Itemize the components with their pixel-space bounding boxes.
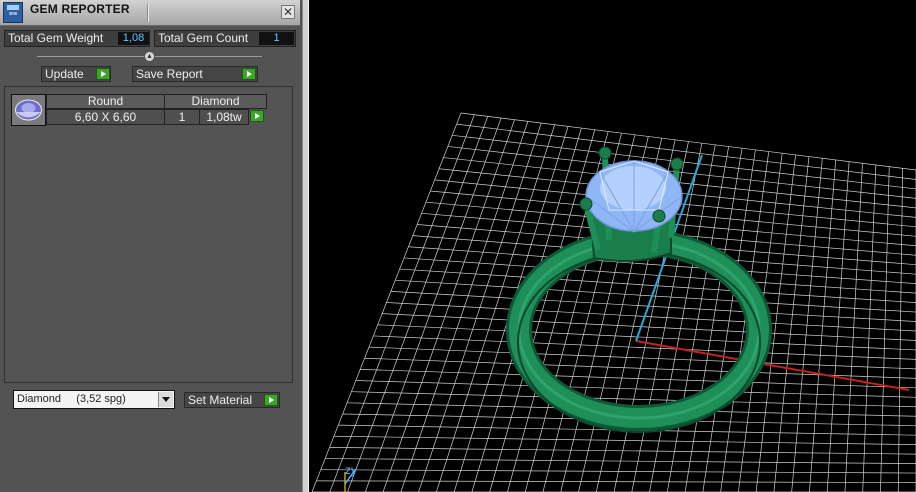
total-gem-count-value: 1 xyxy=(259,32,294,45)
gem-row-play-icon[interactable] xyxy=(250,110,264,122)
title-separator xyxy=(147,4,149,22)
set-material-button[interactable]: Set Material xyxy=(184,392,280,408)
material-selected-value: Diamond (3,52 spg) xyxy=(17,393,126,405)
title-bar: ≡≡ GEM REPORTER ✕ xyxy=(0,0,300,26)
total-gem-count-label: Total Gem Count xyxy=(158,31,249,45)
gem-reporter-app-icon: ≡≡ xyxy=(3,2,23,23)
axis-gizmo-label: zy xyxy=(345,463,357,477)
gem-list: Round Diamond 6,60 X 6,60 1 1,08tw xyxy=(4,86,293,383)
save-report-button[interactable]: Save Report xyxy=(132,66,258,82)
prong-tip xyxy=(579,197,593,211)
play-icon xyxy=(242,68,256,80)
collapse-arrow-icon[interactable]: ▲ xyxy=(144,51,155,62)
gem-weight-cell[interactable]: 1,08tw xyxy=(199,109,249,125)
gem-size-cell[interactable]: 6,60 X 6,60 xyxy=(46,109,165,125)
gem-reporter-panel: ≡≡ GEM REPORTER ✕ Total Gem Weight 1,08 … xyxy=(0,0,304,492)
material-header: Diamond xyxy=(164,94,267,109)
update-label: Update xyxy=(45,67,84,81)
total-gem-weight-field: Total Gem Weight 1,08 xyxy=(4,30,150,47)
prong-tip xyxy=(652,209,666,223)
chevron-down-icon[interactable] xyxy=(158,392,173,407)
play-icon xyxy=(96,68,110,80)
update-button[interactable]: Update xyxy=(41,66,111,82)
window-title: GEM REPORTER xyxy=(30,2,130,16)
save-report-label: Save Report xyxy=(136,67,203,81)
total-gem-weight-label: Total Gem Weight xyxy=(8,31,104,45)
prong-tip xyxy=(670,157,684,171)
material-dropdown[interactable]: Diamond (3,52 spg) xyxy=(13,390,175,409)
shape-header: Round xyxy=(46,94,165,109)
panel-splitter[interactable] xyxy=(302,0,309,492)
3d-viewport[interactable] xyxy=(309,0,916,492)
close-button[interactable]: ✕ xyxy=(281,5,295,19)
round-diamond-thumbnail-icon[interactable] xyxy=(11,94,46,126)
prong-tip xyxy=(598,146,612,160)
play-icon xyxy=(264,394,278,406)
total-gem-weight-value: 1,08 xyxy=(118,32,149,45)
set-material-label: Set Material xyxy=(188,393,253,407)
gem-quantity-cell[interactable]: 1 xyxy=(164,109,200,125)
total-gem-count-field: Total Gem Count 1 xyxy=(154,30,296,47)
round-gem-model xyxy=(585,160,683,234)
